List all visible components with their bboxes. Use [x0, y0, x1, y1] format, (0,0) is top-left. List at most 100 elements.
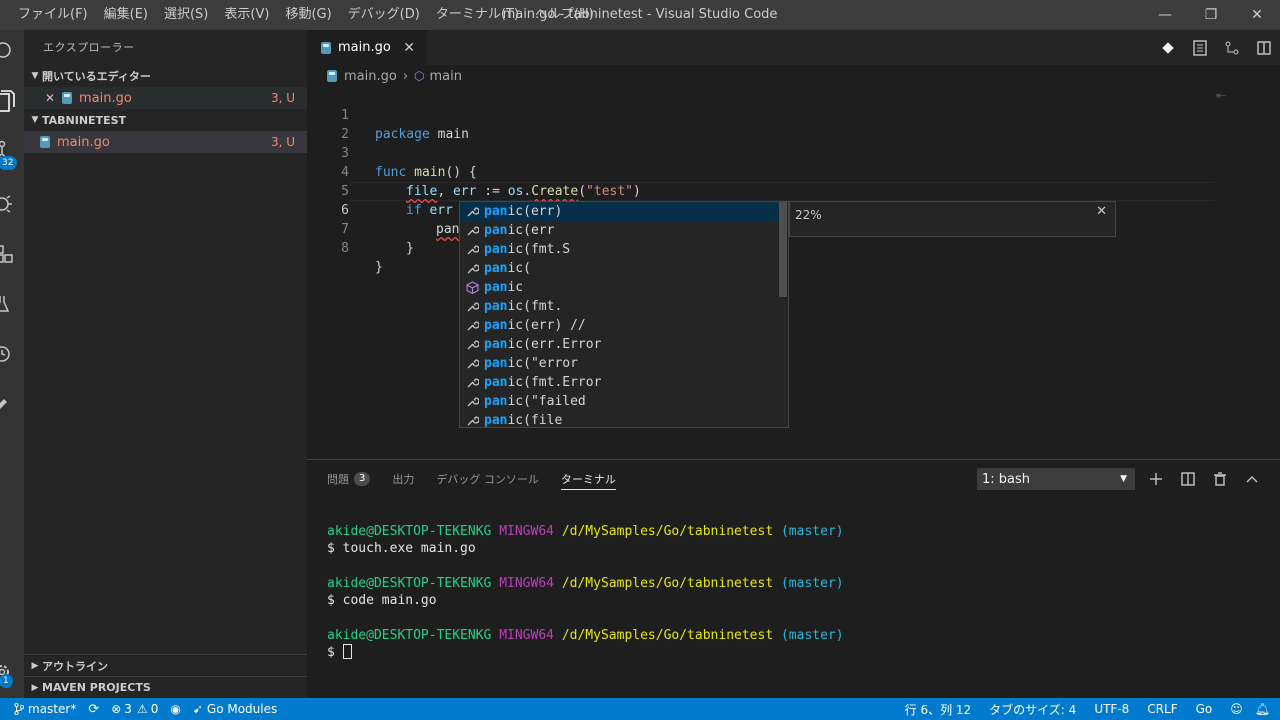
maven-header[interactable]: ▶ MAVEN PROJECTS	[24, 676, 307, 698]
suggestion-item[interactable]: pan ic(fmt.S	[460, 240, 788, 259]
breadcrumb-file[interactable]: main.go	[344, 69, 397, 84]
tab-debug-console[interactable]: デバッグ コンソール	[436, 468, 539, 490]
problems-status[interactable]: ⊗ 3 ⚠ 0	[105, 698, 164, 720]
tab-size[interactable]: タブのサイズ: 4	[983, 698, 1082, 720]
deploy-icon[interactable]	[0, 384, 24, 424]
language-mode[interactable]: Go	[1190, 698, 1219, 720]
breadcrumb-separator: ›	[402, 68, 409, 84]
code-editor[interactable]: ≡— 1 package main 2 3 func main() { 4 fi…	[307, 87, 1280, 459]
menu-debug[interactable]: デバッグ(D)	[340, 0, 428, 30]
suggestion-item[interactable]: pan ic(fmt.	[460, 297, 788, 316]
menu-terminal[interactable]: ターミナル(T)	[428, 0, 527, 30]
chevron-right-icon: ▶	[31, 682, 39, 693]
suggestion-item[interactable]: pan ic(err.Error	[460, 335, 788, 354]
branch-status[interactable]: master*	[0, 698, 82, 720]
sync-status[interactable]: ⟳	[82, 698, 105, 720]
menu-edit[interactable]: 編集(E)	[96, 0, 156, 30]
explorer-file-item[interactable]: main.go 3, U	[24, 131, 307, 153]
suggestion-item[interactable]: pan ic(err	[460, 221, 788, 240]
open-editor-item[interactable]: ✕ main.go 3, U	[24, 87, 307, 109]
project-folder-header[interactable]: ▼ TABNINETEST	[24, 109, 307, 131]
go-modules-status[interactable]: ➹ Go Modules	[187, 698, 283, 720]
terminal-select-dropdown[interactable]: 1: bash ▼	[977, 468, 1135, 490]
git-compare-icon[interactable]	[1152, 41, 1184, 55]
suggestion-item[interactable]: pan ic(err)	[460, 202, 788, 221]
tab-output[interactable]: 出力	[392, 468, 414, 490]
test-flask-icon[interactable]	[0, 284, 24, 324]
menu-file[interactable]: ファイル(F)	[10, 0, 96, 30]
autocomplete-suggest-widget[interactable]: pan ic(err) pan ic(err pan ic(fmt.S pan ic(pan i…	[459, 201, 789, 428]
terminal-branch: (master)	[780, 524, 844, 539]
open-changes-icon[interactable]	[1216, 41, 1248, 55]
tab-label: main.go	[338, 40, 391, 55]
suggestion-item[interactable]: pan ic(file	[460, 411, 788, 427]
terminal-line: akide@DESKTOP-TEKENKG MINGW64 /d/MySampl…	[327, 575, 1267, 592]
suggest-scrollbar[interactable]	[779, 202, 787, 297]
warning-count: 0	[150, 702, 159, 716]
open-editors-label: 開いているエディター	[42, 70, 151, 83]
go-file-icon	[40, 136, 50, 148]
menu-selection[interactable]: 選択(S)	[156, 0, 216, 30]
new-terminal-icon[interactable]	[1140, 472, 1172, 486]
trash-icon[interactable]	[1204, 472, 1236, 486]
chevron-up-icon[interactable]	[1236, 472, 1268, 486]
breadcrumb-symbol[interactable]: main	[430, 69, 462, 84]
open-preview-icon[interactable]	[1184, 39, 1216, 56]
extensions-icon[interactable]	[0, 234, 24, 274]
suggestion-item[interactable]: pan ic("error	[460, 354, 788, 373]
split-terminal-icon[interactable]	[1172, 472, 1204, 486]
suggestion-match: pan	[484, 337, 508, 352]
suggest-detail-close-icon[interactable]: ✕	[1096, 204, 1107, 219]
split-editor-icon[interactable]	[1248, 40, 1280, 55]
tab-terminal[interactable]: ターミナル	[560, 468, 616, 490]
error-count: 3	[124, 702, 132, 716]
tab-main-go[interactable]: main.go ✕	[307, 30, 427, 65]
chevron-down-icon: ▼	[1120, 474, 1127, 484]
code-line: 2	[307, 106, 1267, 142]
chevron-down-icon: ▼	[31, 71, 39, 81]
menu-view[interactable]: 表示(V)	[216, 0, 277, 30]
chevron-right-icon: ▶	[31, 660, 39, 671]
feedback-smiley-icon[interactable]: ☺	[1224, 698, 1249, 720]
rocket-icon: ➹	[192, 702, 203, 716]
terminal-path: /d/MySamples/Go/tabninetest	[561, 524, 774, 539]
search-icon[interactable]	[0, 32, 24, 72]
menu-go[interactable]: 移動(G)	[277, 0, 339, 30]
tab-problems[interactable]: 問題 3	[327, 468, 371, 490]
encoding[interactable]: UTF-8	[1088, 698, 1135, 720]
sidebar-bottom-sections: ▶ アウトライン ▶ MAVEN PROJECTS	[24, 654, 307, 698]
suggestion-match: pan	[484, 299, 508, 314]
explorer-files-icon[interactable]	[0, 82, 24, 122]
wrench-icon	[466, 300, 484, 313]
menu-help[interactable]: ヘルプ(H)	[527, 0, 602, 30]
problems-count-badge: 3	[354, 472, 371, 486]
cursor-position[interactable]: 行 6、列 12	[899, 698, 978, 720]
outline-header[interactable]: ▶ アウトライン	[24, 654, 307, 676]
suggestion-item[interactable]: pan ic	[460, 278, 788, 297]
live-share-status[interactable]: ◉	[164, 698, 186, 720]
suggestion-item[interactable]: pan ic(fmt.Error	[460, 373, 788, 392]
suggestion-item[interactable]: pan ic(err) //	[460, 316, 788, 335]
code-token: }	[375, 260, 383, 275]
remote-history-icon[interactable]	[0, 334, 24, 374]
suggestion-match: pan	[484, 223, 508, 238]
suggestion-item[interactable]: pan ic(	[460, 259, 788, 278]
restore-button[interactable]: ❐	[1188, 0, 1234, 30]
suggestion-item[interactable]: pan ic("failed	[460, 392, 788, 411]
line-ending[interactable]: CRLF	[1141, 698, 1183, 720]
terminal-output[interactable]: akide@DESKTOP-TEKENKG MINGW64 /d/MySampl…	[327, 523, 1267, 661]
editor-actions	[1152, 30, 1280, 65]
settings-gear-icon[interactable]: 1	[0, 652, 24, 692]
wrench-icon	[466, 357, 484, 370]
terminal-prompt-line: $	[327, 644, 1267, 661]
tab-close-icon[interactable]: ✕	[403, 40, 415, 56]
source-control-icon[interactable]: 32	[0, 130, 24, 170]
tab-problems-label: 問題	[327, 473, 349, 486]
debug-icon[interactable]	[0, 184, 24, 224]
minimize-button[interactable]: —	[1142, 0, 1188, 30]
notifications-bell-icon[interactable]: 🔔︎	[1249, 698, 1276, 720]
suggestion-match: pan	[484, 204, 508, 219]
open-editors-header[interactable]: ▼ 開いているエディター	[24, 65, 307, 87]
close-window-button[interactable]: ✕	[1234, 0, 1280, 30]
close-editor-icon[interactable]: ✕	[38, 91, 62, 105]
